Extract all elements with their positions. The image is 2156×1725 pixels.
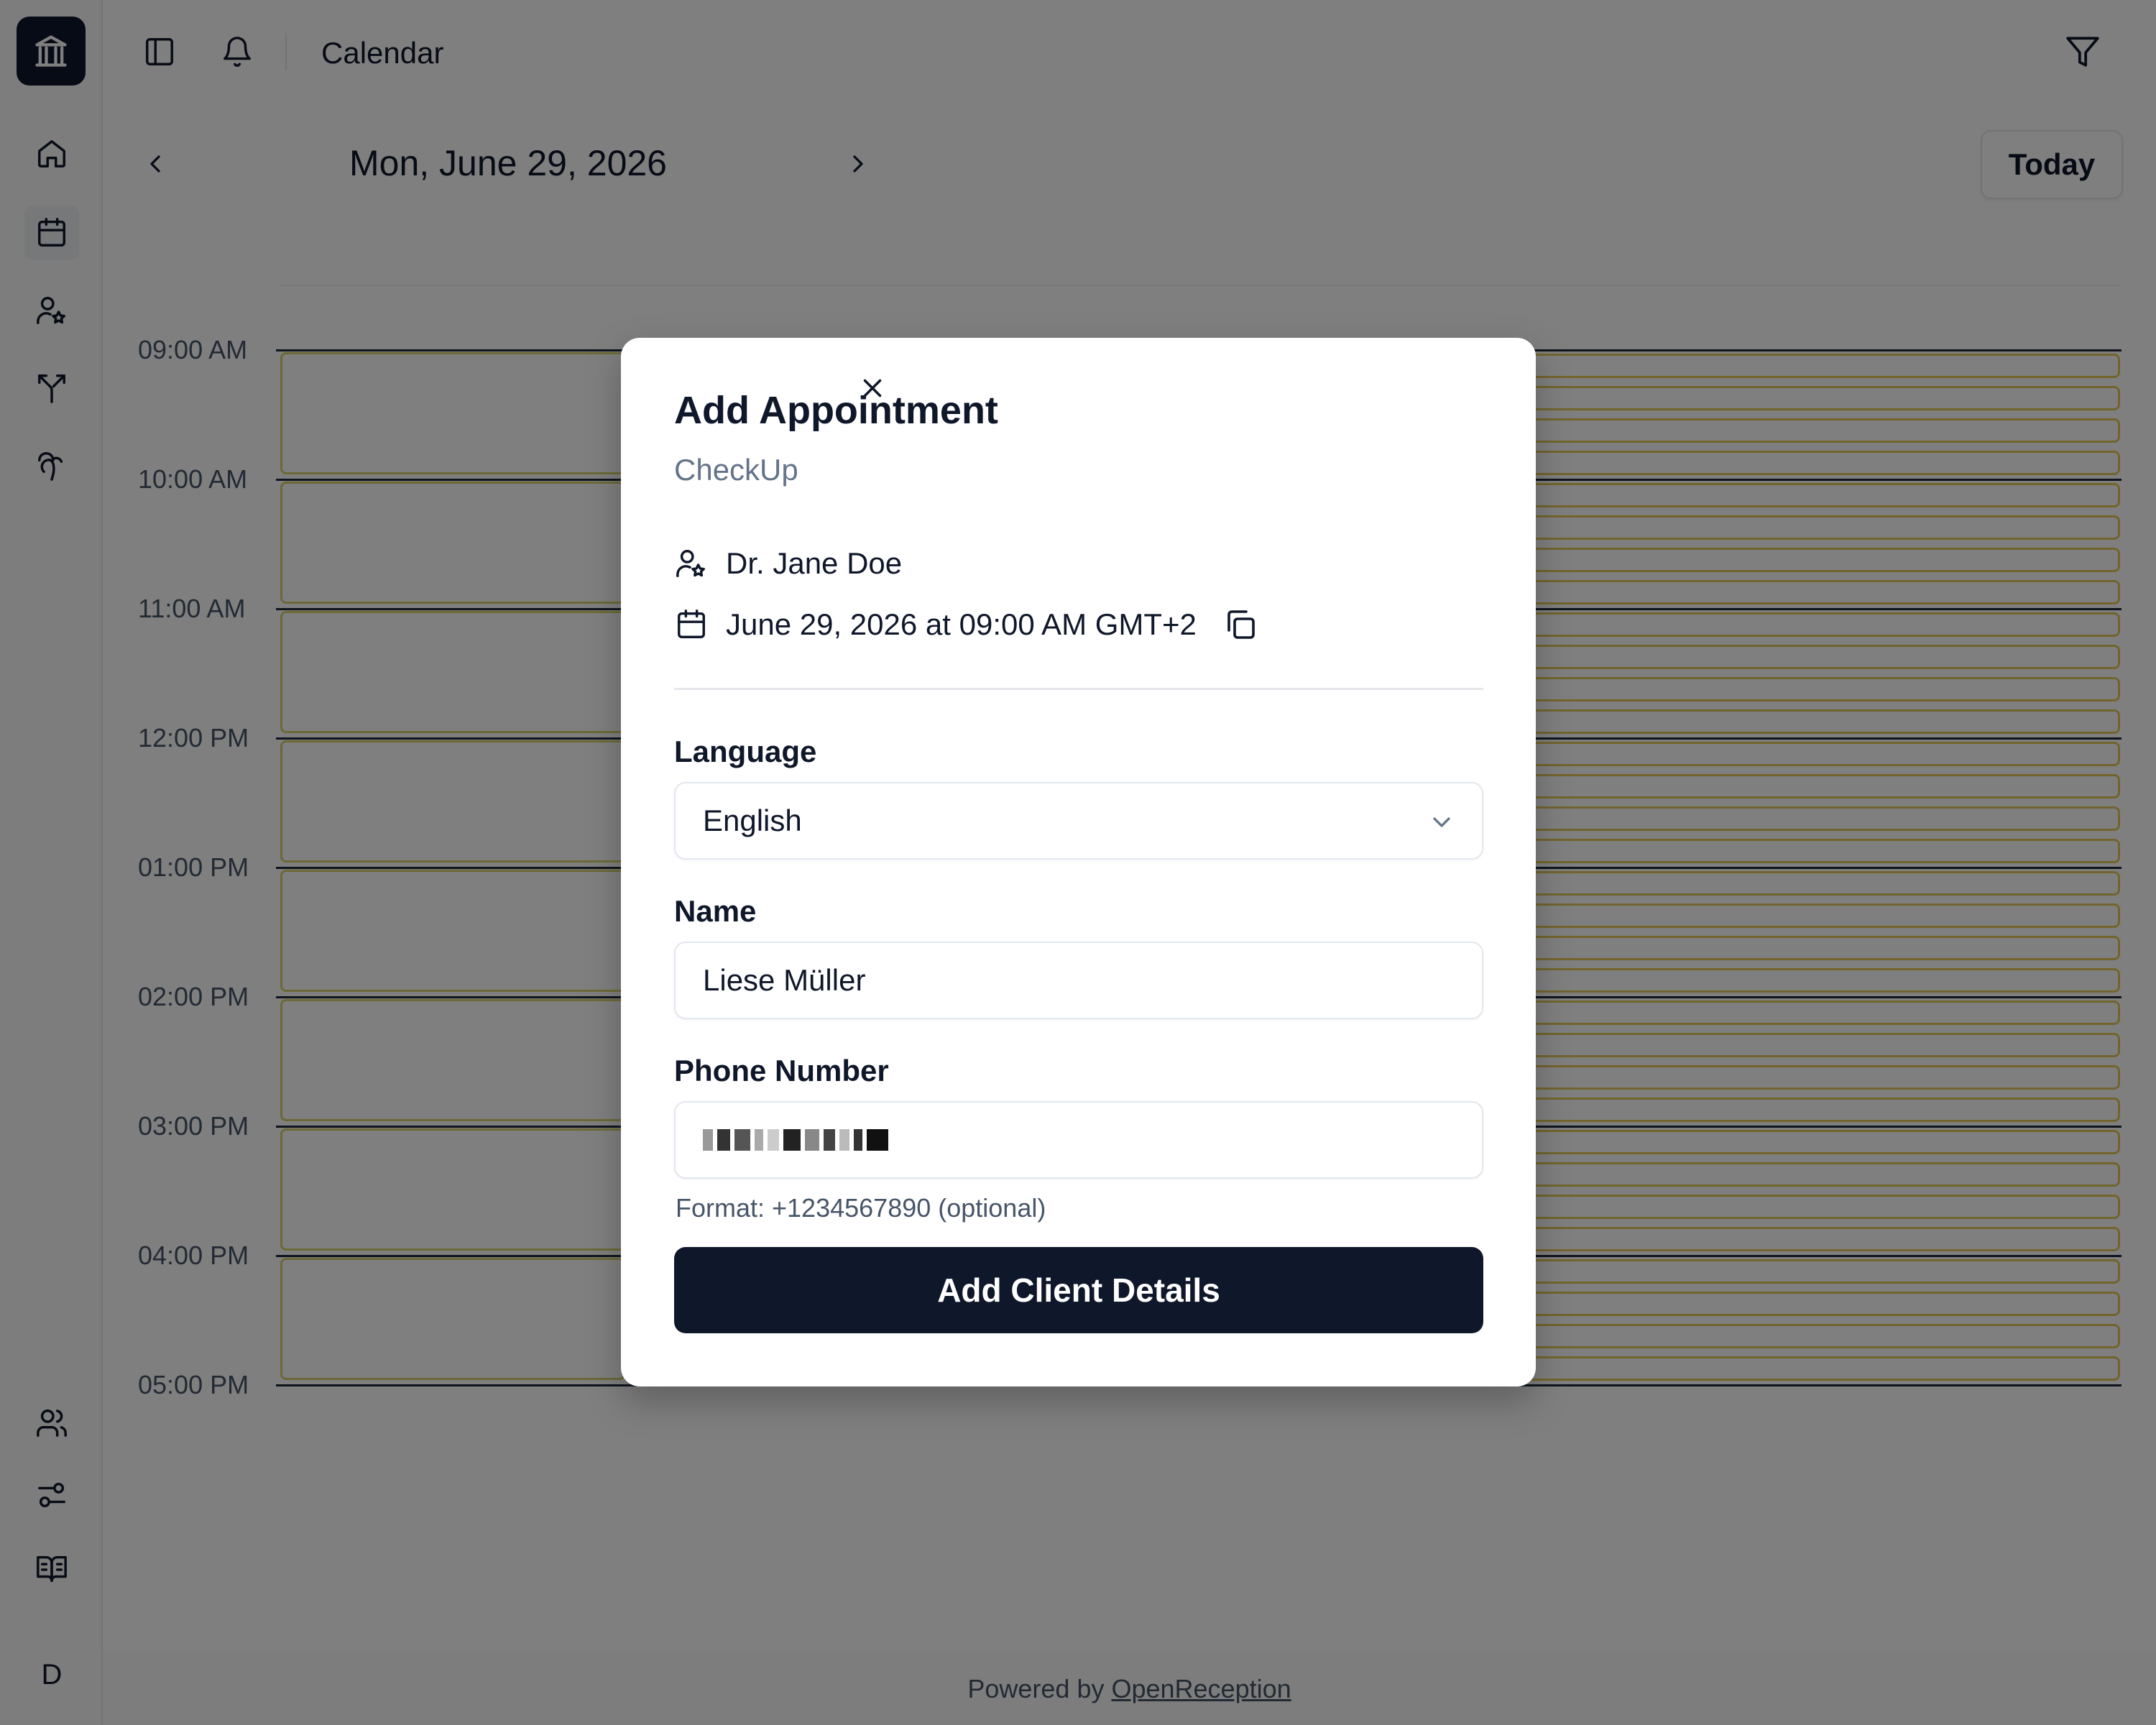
add-client-details-button[interactable]: Add Client Details bbox=[674, 1247, 1483, 1333]
datetime-row: June 29, 2026 at 09:00 AM GMT+2 bbox=[674, 605, 1260, 644]
name-label: Name bbox=[674, 894, 757, 928]
calendar-icon bbox=[674, 607, 709, 642]
dialog-title: Add Appointment bbox=[674, 389, 998, 432]
name-input[interactable] bbox=[703, 963, 1482, 998]
dialog-divider bbox=[674, 688, 1483, 690]
phone-hint: Format: +1234567890 (optional) bbox=[676, 1193, 1046, 1223]
language-select[interactable]: English bbox=[674, 782, 1483, 860]
redacted-phone bbox=[703, 1129, 888, 1151]
doctor-row: Dr. Jane Doe bbox=[674, 546, 902, 581]
copy-icon[interactable] bbox=[1221, 605, 1260, 644]
phone-field[interactable] bbox=[674, 1101, 1483, 1179]
doctor-name: Dr. Jane Doe bbox=[726, 546, 903, 580]
user-star-icon bbox=[674, 546, 709, 581]
appointment-datetime: June 29, 2026 at 09:00 AM GMT+2 bbox=[726, 607, 1197, 641]
add-appointment-dialog bbox=[621, 338, 1536, 1386]
chevron-down-icon bbox=[1433, 817, 1450, 827]
language-label: Language bbox=[674, 735, 817, 768]
phone-label: Phone Number bbox=[674, 1054, 889, 1087]
dialog-subtitle: CheckUp bbox=[674, 453, 798, 487]
name-field[interactable] bbox=[674, 942, 1483, 1019]
language-value: English bbox=[703, 804, 802, 837]
